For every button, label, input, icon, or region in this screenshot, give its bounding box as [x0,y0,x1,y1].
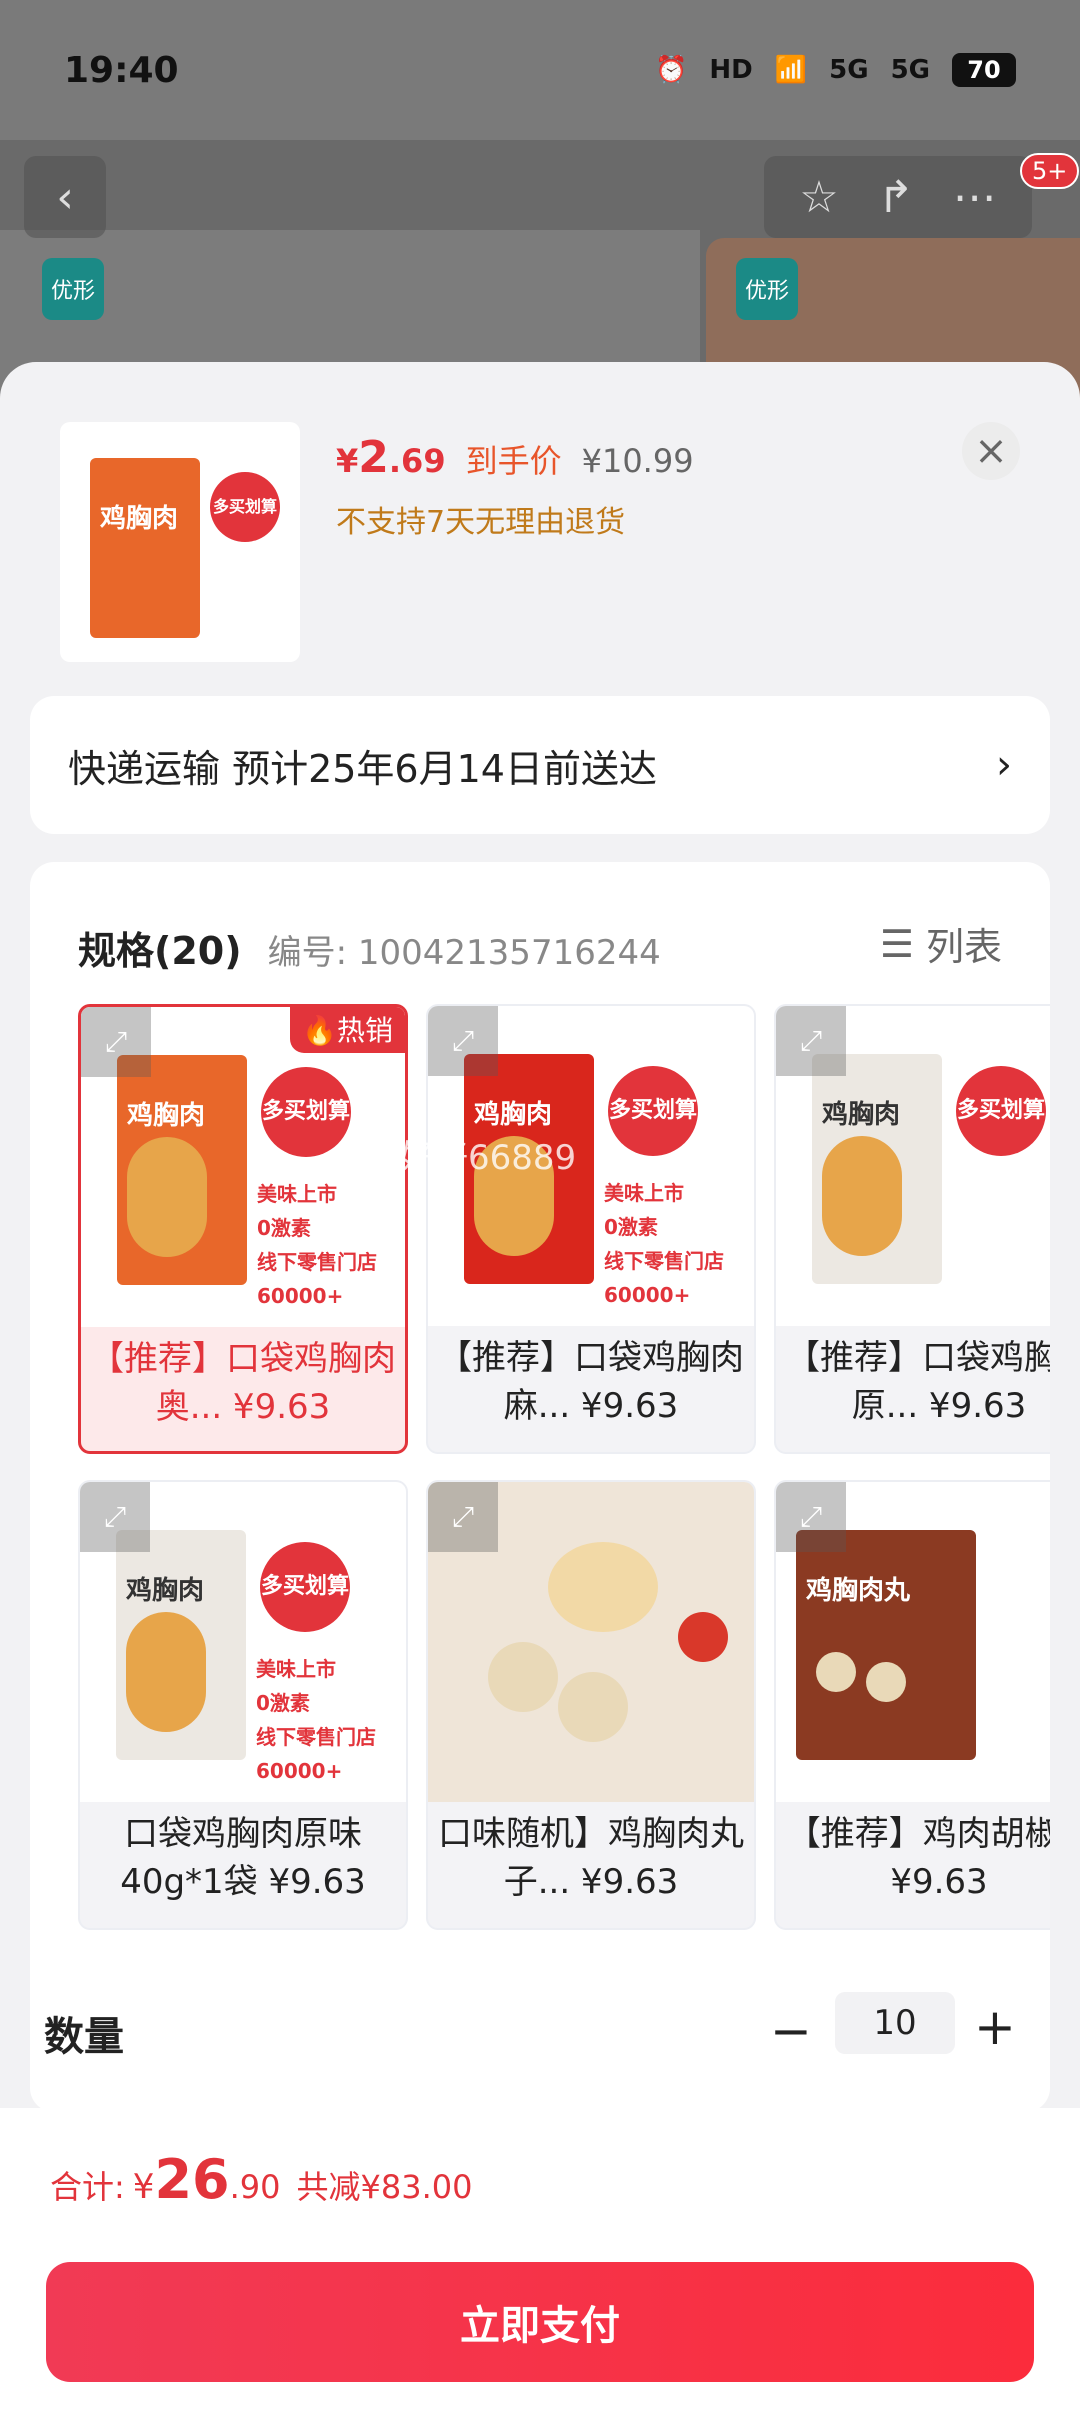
increase-button[interactable]: + [974,1998,1016,2056]
spec-option[interactable]: ⤢ 口味随机】鸡胸肉丸子... ¥9.63 [426,1480,756,1930]
signal-5g-icon: 5G [890,55,930,85]
spec-header: 规格(20) 编号: 10042135716244 [78,920,661,975]
total-dec: .90 [229,2168,281,2206]
spec-caption: 口味随机】鸡胸肉丸子... ¥9.63 [438,1814,744,1902]
spec-option[interactable]: 鸡胸肉丸 ⤢ 【推荐】鸡肉胡椒... ¥9.63 [774,1480,1050,1930]
chicken-breast-image [126,1612,206,1732]
quantity-row: 数量 − 10 + [30,1982,1050,2102]
expand-icon[interactable]: ⤢ [428,1006,498,1076]
quantity-stepper[interactable]: 10 [835,1992,955,2054]
quantity-label: 数量 [44,2014,124,2060]
spec-caption: 口袋鸡胸肉原味40g*1袋 ¥9.63 [120,1814,366,1902]
expand-icon[interactable]: ⤢ [428,1482,498,1552]
promo-lines: 美味上市 0激素 线下零售门店60000+ [256,1657,376,1783]
brand-logo: 优形 [42,258,104,320]
package-label: 鸡胸肉 [100,504,179,534]
brand-logo: 优形 [736,258,798,320]
promo-circle: 多买划算 [210,472,280,542]
expand-icon[interactable]: ⤢ [81,1007,151,1077]
sku-sheet: 鸡胸肉 多买划算 ¥2.69 到手价 ¥10.99 不支持7天无理由退货 × 快… [0,362,1080,2412]
chevron-left-icon: ‹ [56,171,74,223]
promo-circle: 多买划算 [608,1066,698,1156]
status-bar: 19:40 ⏰ HD 📶 5G 5G 70 [0,0,1080,140]
meatball [558,1672,628,1742]
chicken-breast-image [127,1137,207,1257]
more-icon[interactable]: ⋯ [953,172,997,223]
list-icon: ☰ [879,921,914,966]
hot-badge: 🔥热销 [290,1007,405,1053]
list-view-toggle[interactable]: ☰ 列表 [880,916,1002,971]
return-policy-note: 不支持7天无理由退货 [336,505,626,540]
promo-circle: 多买划算 [956,1066,1046,1156]
checkout-footer: 合计: ¥ 26 .90 共减¥83.00 立即支付 [0,2108,1080,2412]
spec-grid: 鸡胸肉 多买划算 美味上市 0激素 线下零售门店60000+ ⤢ 🔥热销 【推荐】口… [78,1004,1050,1944]
spec-caption: 【推荐】口袋鸡胸肉麻... ¥9.63 [438,1338,744,1426]
close-icon: × [974,428,1008,474]
fire-icon: 🔥 [302,1014,337,1047]
original-price: ¥10.99 [581,442,694,480]
expand-icon[interactable]: ⤢ [80,1482,150,1552]
decrease-button[interactable]: − [770,2002,812,2060]
back-button[interactable]: ‹ [24,156,106,238]
meatball [816,1652,856,1692]
spec-caption: 【推荐】口袋鸡胸肉奥... ¥9.63 [90,1339,396,1427]
deal-price-tag: 到手价 [465,442,562,480]
chicken-breast-image [822,1136,902,1256]
spec-option[interactable]: 鸡胸肉 多买划算 ⤢ 【推荐】口袋鸡胸肉原... ¥9.63 [774,1004,1050,1454]
spec-caption: 【推荐】鸡肉胡椒... ¥9.63 [786,1814,1050,1902]
chicken-breast-image [474,1136,554,1256]
promo-circle: 多买划算 [260,1542,350,1632]
spec-card: 规格(20) 编号: 10042135716244 ☰ 列表 鸡胸肉 多买划算 … [30,862,1050,2112]
total-currency: ¥ [132,2167,155,2207]
tomato [678,1612,728,1662]
list-label: 列表 [925,925,1002,969]
product-thumbnail[interactable]: 鸡胸肉 多买划算 [60,422,300,662]
top-actions: ☆ ↱ ⋯ [764,156,1032,238]
product-package: 鸡胸肉丸 [796,1530,976,1760]
promo-lines: 美味上市 0激素 线下零售门店60000+ [604,1181,724,1307]
spec-option[interactable]: 鸡胸肉 多买划算 美味上市 0激素 线下零售门店60000+ ⤢ 【推荐】口袋鸡胸肉… [426,1004,756,1454]
signal-5g-icon: 5G [829,55,869,85]
order-total: 合计: ¥ 26 .90 共减¥83.00 [50,2148,472,2211]
product-package: 鸡胸肉 [90,458,200,638]
spec-title: 规格(20) [78,929,242,973]
wifi-icon: 📶 [774,55,808,85]
shipping-row[interactable]: 快递运输 预计25年6月14日前送达 › [30,696,1050,834]
spec-caption: 【推荐】口袋鸡胸肉原... ¥9.63 [786,1338,1050,1426]
notification-badge: 5+ [1020,153,1080,189]
battery-icon: 70 [952,53,1016,87]
pay-now-button[interactable]: 立即支付 [46,2262,1034,2382]
promo-circle: 多买划算 [261,1067,351,1157]
close-button[interactable]: × [962,422,1020,480]
shipping-text: 快递运输 预计25年6月14日前送达 [68,746,657,791]
meatball [548,1542,658,1632]
meatball [866,1662,906,1702]
status-icons: ⏰ HD 📶 5G 5G 70 [655,53,1016,87]
expand-icon[interactable]: ⤢ [776,1482,846,1552]
spec-code: 编号: 10042135716244 [267,933,661,973]
share-icon[interactable]: ↱ [877,172,914,223]
price-line: ¥2.69 到手价 ¥10.99 [336,432,694,483]
expand-icon[interactable]: ⤢ [776,1006,846,1076]
star-icon[interactable]: ☆ [799,172,838,223]
spec-option[interactable]: 鸡胸肉 多买划算 美味上市 0激素 线下零售门店60000+ ⤢ 口袋鸡胸肉原味40… [78,1480,408,1930]
alarm-icon: ⏰ [655,55,688,85]
meatball [488,1642,558,1712]
spec-option[interactable]: 鸡胸肉 多买划算 美味上市 0激素 线下零售门店60000+ ⤢ 🔥热销 【推荐】口… [78,1004,408,1454]
reduction-amount: 共减¥83.00 [296,2168,473,2206]
chevron-right-icon: › [996,742,1012,788]
promo-lines: 美味上市 0激素 线下零售门店60000+ [257,1182,377,1308]
deal-price: ¥2.69 [336,432,446,483]
total-label: 合计: [50,2168,125,2206]
hd-icon: HD [709,55,753,85]
total-int: 26 [154,2148,230,2211]
status-time: 19:40 [64,49,179,91]
